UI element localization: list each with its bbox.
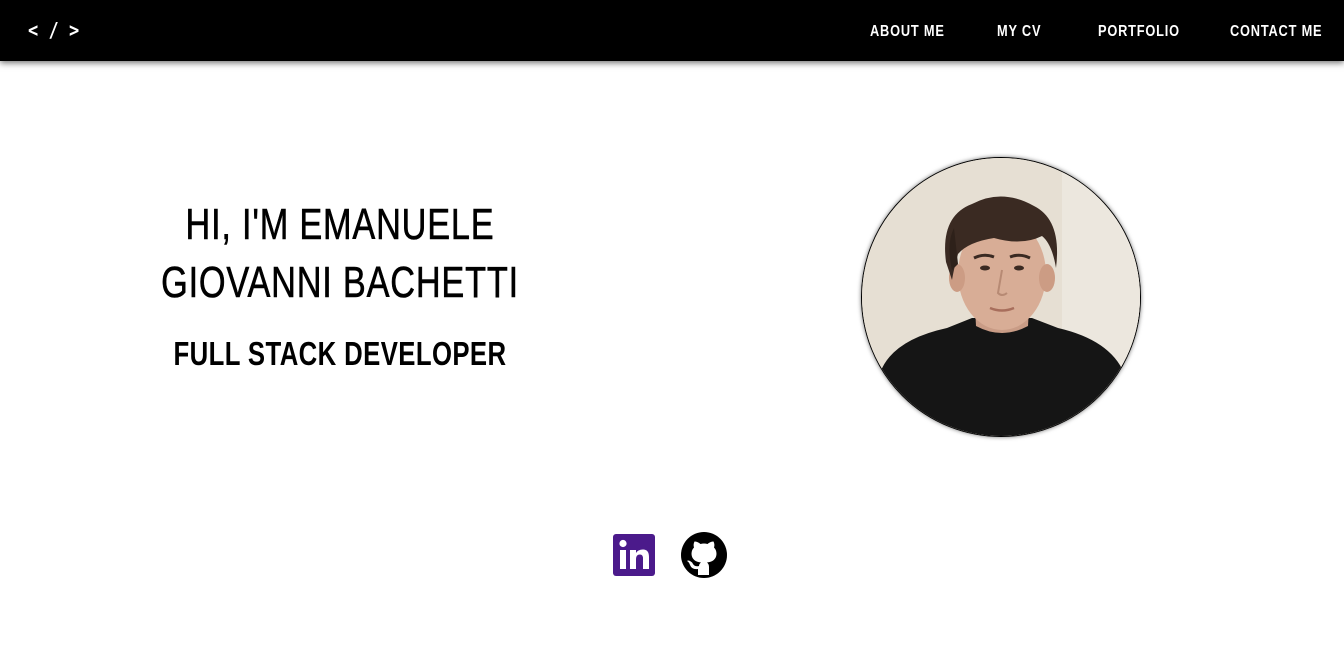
- github-link[interactable]: [680, 531, 728, 579]
- nav-links: ABOUT ME MY CV PORTFOLIO CONTACT ME: [0, 22, 1344, 42]
- linkedin-icon: [613, 534, 655, 576]
- page: < / > ABOUT ME MY CV PORTFOLIO CONTACT M…: [0, 0, 1344, 647]
- social-links: [0, 531, 1344, 579]
- nav-link-portfolio[interactable]: PORTFOLIO: [1098, 22, 1180, 42]
- profile-avatar: [861, 157, 1141, 437]
- github-icon: [681, 532, 727, 578]
- nav-link-about-me[interactable]: ABOUT ME: [870, 22, 945, 42]
- nav-link-contact-me[interactable]: CONTACT ME: [1230, 22, 1322, 42]
- hero-subtitle: FULL STACK DEVELOPER: [173, 335, 507, 372]
- hero-title: HI, I'M EMANUELE GIOVANNI BACHETTI: [161, 200, 519, 308]
- linkedin-link[interactable]: [610, 531, 658, 579]
- hero-intro: HI, I'M EMANUELE GIOVANNI BACHETTI FULL …: [90, 196, 590, 374]
- profile-photo: [862, 158, 1140, 436]
- nav-link-my-cv[interactable]: MY CV: [997, 22, 1041, 42]
- navbar: < / > ABOUT ME MY CV PORTFOLIO CONTACT M…: [0, 0, 1344, 61]
